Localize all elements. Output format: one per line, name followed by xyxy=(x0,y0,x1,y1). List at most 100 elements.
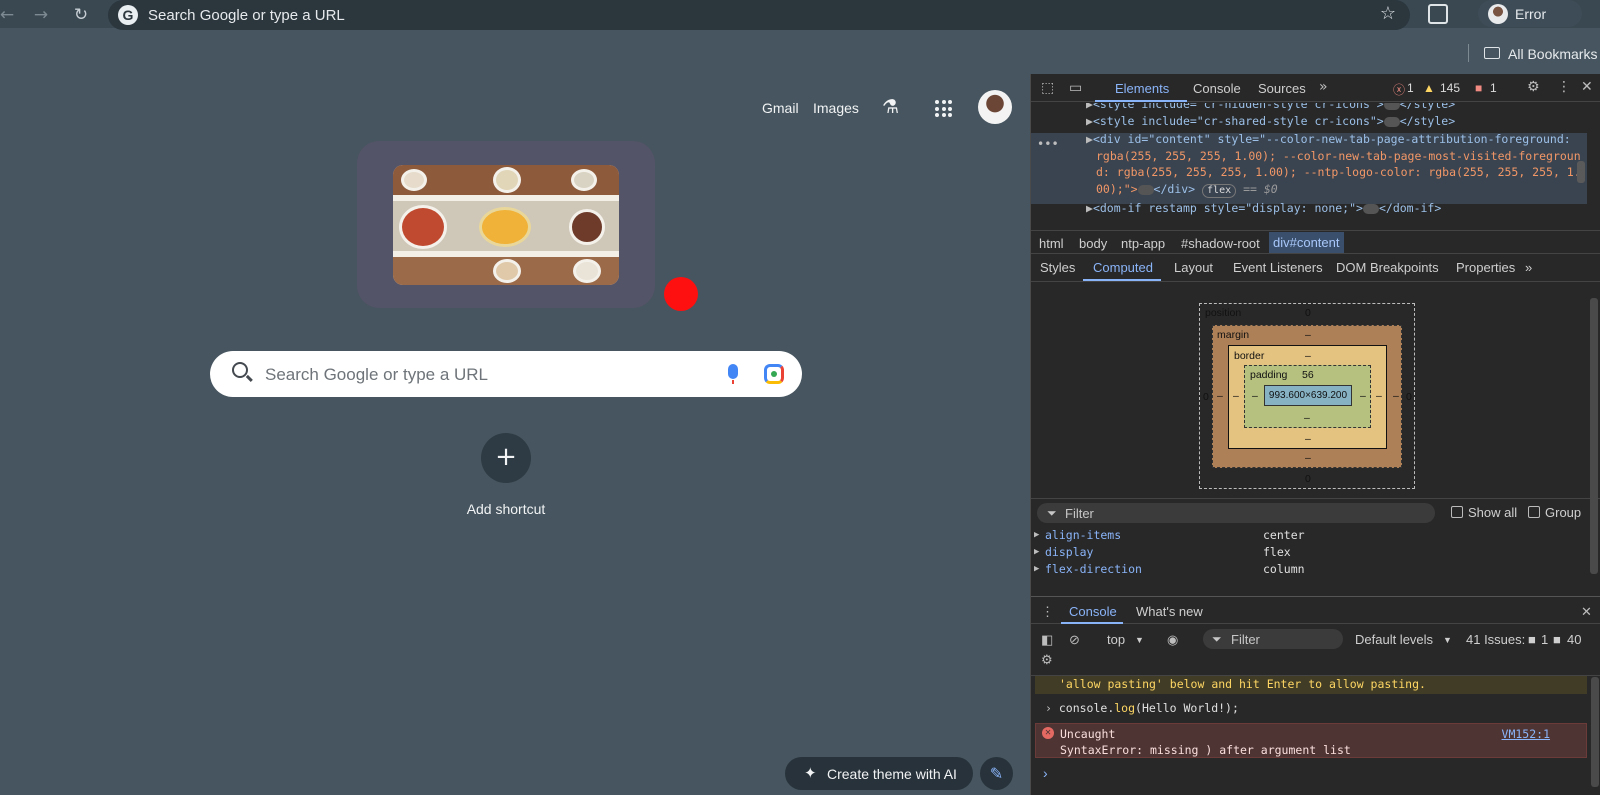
create-theme-button[interactable]: ✦ Create theme with AI xyxy=(785,757,973,790)
drawer-tab-console[interactable]: Console xyxy=(1069,604,1117,619)
position-right-value: 0 xyxy=(1406,391,1412,403)
subtab-computed[interactable]: Computed xyxy=(1093,260,1153,275)
back-icon[interactable]: ← xyxy=(0,4,18,26)
context-selector[interactable]: top xyxy=(1107,632,1125,647)
log-levels-dropdown[interactable]: Default levels xyxy=(1355,632,1433,647)
box-model-margin[interactable]: margin – – – – border – – – – padding 56… xyxy=(1212,325,1402,468)
padding-top-value: 56 xyxy=(1302,369,1314,381)
box-model-content-size[interactable]: 993.600×639.200 xyxy=(1264,385,1352,406)
issues-count[interactable]: 1 xyxy=(1490,81,1497,95)
live-expression-eye-icon[interactable]: ◉ xyxy=(1167,632,1178,648)
issues-label[interactable]: 41 Issues: xyxy=(1466,632,1525,647)
breadcrumb-shadow-root[interactable]: #shadow-root xyxy=(1181,236,1260,251)
show-all-checkbox[interactable] xyxy=(1451,506,1463,518)
bookmarks-divider xyxy=(1468,44,1469,62)
gmail-link[interactable]: Gmail xyxy=(762,100,799,116)
console-settings-gear-icon[interactable]: ⚙ xyxy=(1041,652,1053,668)
error-count-icon[interactable]: ⓧ xyxy=(1393,81,1405,98)
customize-pencil-icon[interactable]: ✎ xyxy=(980,757,1013,790)
flex-badge[interactable]: flex xyxy=(1202,184,1237,198)
add-shortcut-button[interactable]: + xyxy=(481,433,531,483)
more-subtabs-chevron-icon[interactable]: » xyxy=(1525,260,1532,275)
computed-scrollbar[interactable] xyxy=(1590,298,1598,574)
subtab-layout[interactable]: Layout xyxy=(1174,260,1213,275)
warning-count-icon[interactable]: ▲ xyxy=(1423,81,1435,95)
issues-orange-count[interactable]: 40 xyxy=(1567,632,1581,647)
google-apps-icon[interactable] xyxy=(935,100,952,117)
console-warning-message: 'allow pasting' below and hit Enter to a… xyxy=(1035,676,1587,694)
computed-filter-input[interactable]: ⏷ Filter xyxy=(1037,503,1435,523)
selected-ref: == $0 xyxy=(1243,182,1278,196)
drawer-tab-whats-new[interactable]: What's new xyxy=(1136,604,1203,619)
ntp-search-input[interactable]: Search Google or type a URL xyxy=(265,365,488,385)
error-source-link[interactable]: VM152:1 xyxy=(1502,727,1550,741)
tab-elements[interactable]: Elements xyxy=(1115,81,1169,96)
border-label: border xyxy=(1234,350,1265,362)
bookmark-star-icon[interactable]: ☆ xyxy=(1380,3,1396,24)
computed-property-row[interactable]: ▶ flex-direction column xyxy=(1031,562,1587,579)
extensions-icon[interactable] xyxy=(1428,4,1448,24)
breadcrumb-div-content[interactable]: div#content xyxy=(1269,232,1344,253)
subtab-event-listeners[interactable]: Event Listeners xyxy=(1233,260,1323,275)
kebab-menu-icon[interactable]: ⋮ xyxy=(1557,79,1571,95)
ntp-search-box[interactable]: Search Google or type a URL xyxy=(210,351,802,397)
tab-sources[interactable]: Sources xyxy=(1258,81,1306,96)
dom-node-style-shared[interactable]: ▶<style include="cr-shared-style cr-icon… xyxy=(1086,114,1455,128)
omnibox-text[interactable]: Search Google or type a URL xyxy=(148,7,345,24)
dom-node-div-content[interactable]: ▶<div id="content" style="--color-new-ta… xyxy=(1086,132,1571,146)
more-tabs-chevron-icon[interactable]: » xyxy=(1319,79,1328,95)
account-avatar[interactable] xyxy=(978,90,1012,124)
device-toolbar-icon[interactable]: ▭ xyxy=(1069,80,1082,96)
google-lens-icon[interactable] xyxy=(764,364,784,384)
omnibox[interactable]: G Search Google or type a URL ☆ xyxy=(108,0,1410,30)
profile-error-chip[interactable]: Error xyxy=(1478,0,1582,27)
dom-node-style-hidden[interactable]: ▶<style include="cr-hidden-style cr-icon… xyxy=(1086,103,1455,111)
voice-search-icon[interactable] xyxy=(728,364,738,384)
console-filter-input[interactable]: ⏷ Filter xyxy=(1203,629,1343,649)
issues-red-count[interactable]: 1 xyxy=(1541,632,1548,647)
issues-count-icon[interactable]: ■ xyxy=(1475,81,1482,95)
doodle-image[interactable] xyxy=(393,165,619,285)
console-scrollbar[interactable] xyxy=(1591,677,1599,787)
forward-icon[interactable]: → xyxy=(30,4,52,26)
create-theme-label: Create theme with AI xyxy=(827,766,957,782)
context-dropdown-icon[interactable]: ▼ xyxy=(1135,635,1144,645)
computed-property-row[interactable]: ▶ align-items center xyxy=(1031,528,1587,545)
breadcrumb: html body ntp-app #shadow-root div#conte… xyxy=(1031,230,1600,254)
levels-dropdown-icon[interactable]: ▼ xyxy=(1443,635,1452,645)
warning-count[interactable]: 145 xyxy=(1440,81,1460,95)
subtab-properties[interactable]: Properties xyxy=(1456,260,1515,275)
drawer-menu-icon[interactable]: ⋮ xyxy=(1041,604,1054,620)
filter-funnel-icon: ⏷ xyxy=(1047,506,1057,520)
subtab-dom-breakpoints[interactable]: DOM Breakpoints xyxy=(1336,260,1439,275)
computed-property-row[interactable]: ▶ display flex xyxy=(1031,545,1587,562)
group-checkbox[interactable] xyxy=(1528,506,1540,518)
all-bookmarks-button[interactable]: All Bookmarks xyxy=(1508,46,1597,62)
position-label: position xyxy=(1205,307,1242,319)
images-link[interactable]: Images xyxy=(813,100,859,116)
breadcrumb-body[interactable]: body xyxy=(1079,236,1107,251)
subtab-styles[interactable]: Styles xyxy=(1040,260,1075,275)
close-devtools-icon[interactable]: ✕ xyxy=(1581,79,1593,95)
settings-gear-icon[interactable]: ⚙ xyxy=(1527,79,1540,95)
dom-scrollbar[interactable] xyxy=(1577,161,1585,183)
dom-node-dom-if[interactable]: ▶<dom-if restamp style="display: none;">… xyxy=(1086,201,1441,215)
console-prompt-input[interactable]: › xyxy=(1043,765,1048,781)
box-model-border[interactable]: border – – – – padding 56 – – – 993.600×… xyxy=(1228,345,1387,449)
border-left-value: – xyxy=(1233,390,1239,402)
tab-console[interactable]: Console xyxy=(1193,81,1241,96)
margin-left-value: – xyxy=(1217,390,1223,402)
reload-icon[interactable]: ↻ xyxy=(70,4,92,26)
box-model-padding[interactable]: padding 56 – – – 993.600×639.200 xyxy=(1244,365,1371,428)
breadcrumb-ntp-app[interactable]: ntp-app xyxy=(1121,236,1165,251)
labs-flask-icon[interactable]: ⚗ xyxy=(882,96,899,118)
breadcrumb-html[interactable]: html xyxy=(1039,236,1064,251)
console-toolbar: ◧ ⊘ top ▼ ◉ ⏷ Filter Default levels ▼ 41… xyxy=(1031,624,1600,676)
clear-console-icon[interactable]: ⊘ xyxy=(1069,632,1080,648)
close-drawer-icon[interactable]: ✕ xyxy=(1581,604,1592,620)
inspect-element-icon[interactable]: ⬚ xyxy=(1041,80,1054,96)
sidebar-toggle-icon[interactable]: ◧ xyxy=(1041,632,1053,648)
error-count[interactable]: 1 xyxy=(1407,81,1414,95)
padding-bottom-value: – xyxy=(1304,412,1310,424)
node-actions-dots-icon[interactable]: ••• xyxy=(1037,137,1059,151)
